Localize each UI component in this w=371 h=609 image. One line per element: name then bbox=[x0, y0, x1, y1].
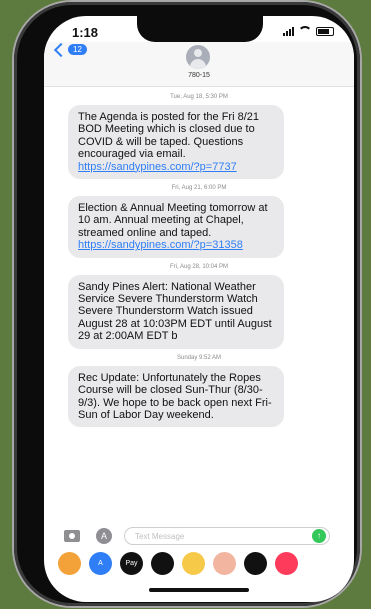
home-indicator[interactable] bbox=[149, 588, 249, 592]
message-timestamp: Fri, Aug 28, 10:04 PM bbox=[169, 263, 229, 270]
camera-icon[interactable] bbox=[64, 530, 80, 542]
photos-icon[interactable] bbox=[58, 552, 81, 575]
message-bubble[interactable]: Election & Annual Meeting tomorrow at 10… bbox=[68, 196, 284, 258]
message-text: The Agenda is posted for the Fri 8/21 BO… bbox=[78, 111, 260, 161]
appstore-icon[interactable]: A bbox=[89, 552, 112, 575]
back-button[interactable]: 12 bbox=[53, 42, 87, 57]
chevron-left-icon bbox=[53, 42, 69, 57]
message-input[interactable]: Text Message bbox=[124, 527, 330, 545]
notch bbox=[137, 16, 263, 42]
unread-badge: 12 bbox=[68, 44, 87, 55]
message-link[interactable]: https://sandypines.com/?p=31358 bbox=[78, 239, 243, 251]
wifi-icon bbox=[298, 26, 312, 36]
animoji-icon[interactable] bbox=[182, 552, 205, 575]
message-text: Rec Update: Unfortunately the Ropes Cour… bbox=[78, 371, 272, 421]
message-timestamp: Tue, Aug 18, 5:30 PM bbox=[170, 94, 228, 100]
digitaltouch-icon[interactable] bbox=[244, 552, 267, 575]
conversation-header: 12 780-15 bbox=[44, 42, 354, 87]
message-bubble[interactable]: Rec Update: Unfortunately the Ropes Cour… bbox=[68, 365, 284, 428]
memoji-icon[interactable] bbox=[213, 552, 236, 575]
message-timestamp: Sunday 9:52 AM bbox=[176, 354, 222, 361]
contact-avatar[interactable] bbox=[186, 45, 210, 69]
battery-icon bbox=[316, 27, 334, 36]
apps-button[interactable]: A bbox=[96, 528, 112, 544]
compose-bar: A Text Message ↑ bbox=[44, 526, 354, 550]
signal-icon bbox=[283, 27, 294, 36]
app-drawer: A Pay bbox=[44, 552, 354, 576]
phone-frame: 1:18 12 780-15 Tue, Aug 18, 5:30 PM The … bbox=[14, 2, 360, 606]
applepay-icon[interactable]: Pay bbox=[120, 552, 143, 575]
message-timestamp: Fri, Aug 21, 6:00 PM bbox=[171, 185, 227, 192]
status-icons bbox=[283, 26, 334, 36]
message-text: Sandy Pines Alert: National Weather Serv… bbox=[78, 280, 272, 343]
status-time: 1:18 bbox=[72, 25, 99, 40]
contact-name[interactable]: 780-15 bbox=[44, 72, 354, 79]
message-bubble[interactable]: Sandy Pines Alert: National Weather Serv… bbox=[68, 274, 284, 349]
music-icon[interactable] bbox=[275, 552, 298, 575]
activity-icon[interactable] bbox=[151, 552, 174, 575]
message-text: Election & Annual Meeting tomorrow at 10… bbox=[78, 202, 268, 239]
message-link[interactable]: https://sandypines.com/?p=7737 bbox=[78, 161, 237, 173]
message-list: Tue, Aug 18, 5:30 PM The Agenda is poste… bbox=[44, 88, 354, 428]
message-bubble[interactable]: The Agenda is posted for the Fri 8/21 BO… bbox=[68, 105, 284, 180]
screen: 1:18 12 780-15 Tue, Aug 18, 5:30 PM The … bbox=[44, 16, 354, 602]
send-button[interactable]: ↑ bbox=[312, 529, 326, 543]
